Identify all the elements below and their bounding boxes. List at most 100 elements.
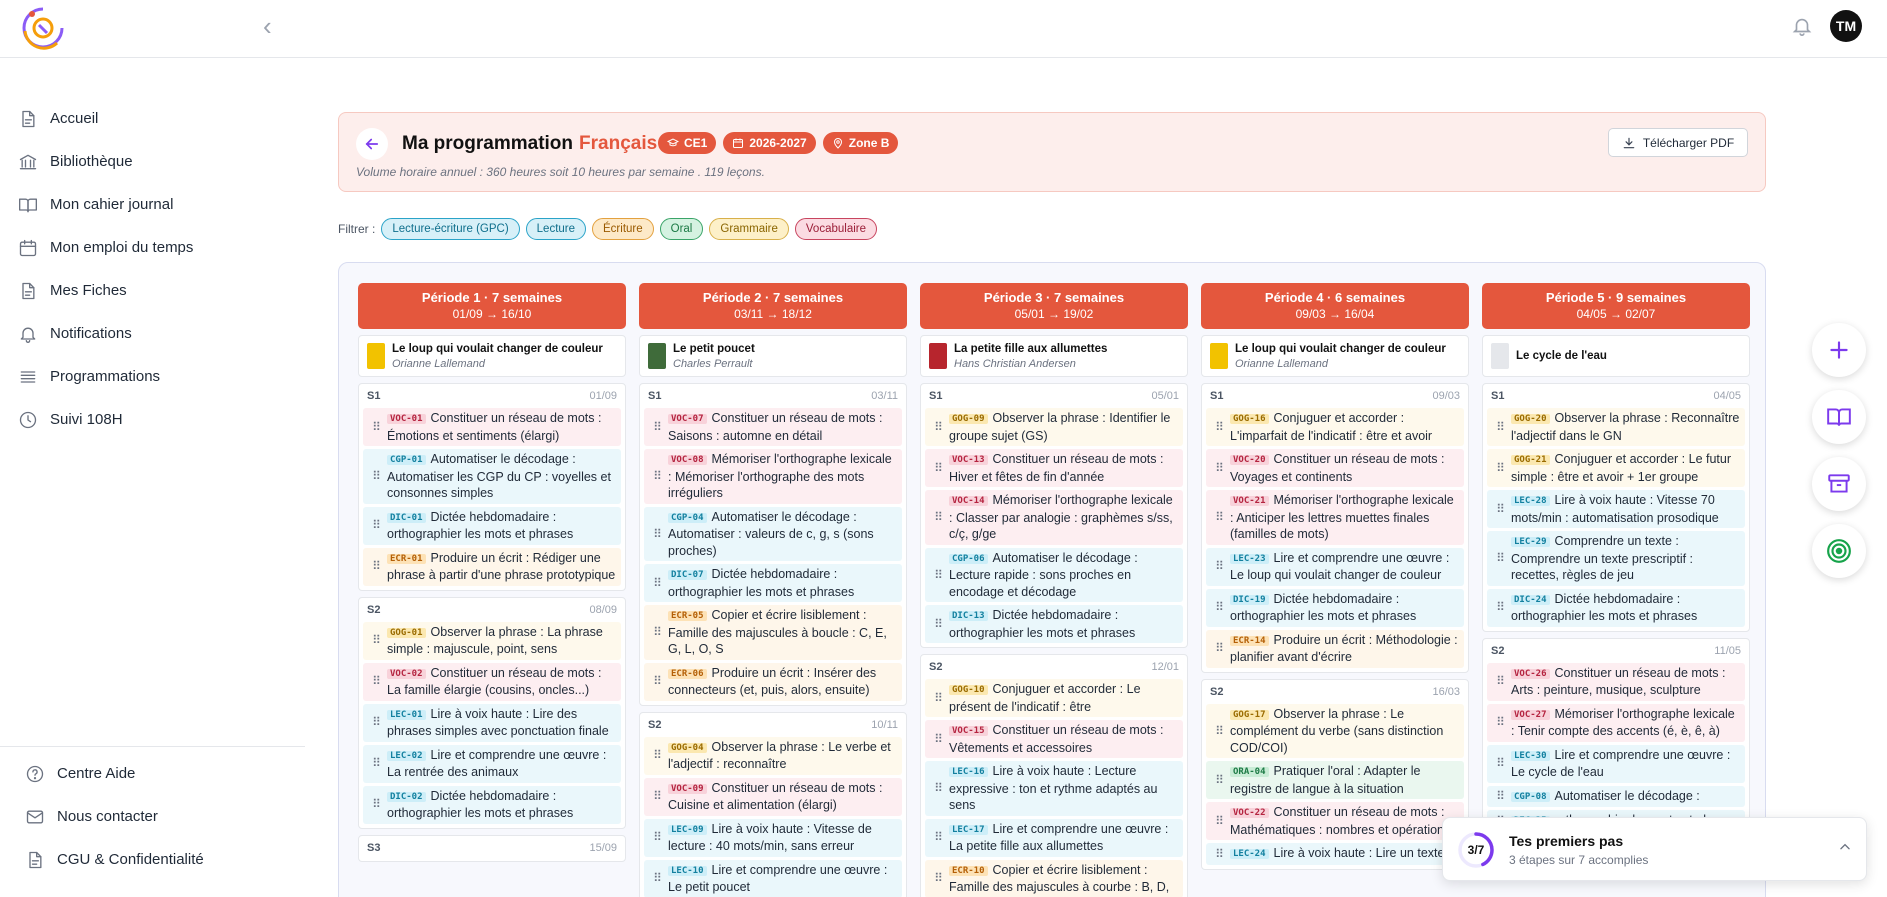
drag-handle-icon[interactable]: ⠿: [1208, 492, 1230, 543]
drag-handle-icon[interactable]: ⠿: [1489, 451, 1511, 485]
lesson-card[interactable]: ⠿ DIC-13 Dictée hebdomadaire : orthographi…: [925, 605, 1183, 643]
drag-handle-icon[interactable]: ⠿: [365, 665, 387, 699]
drag-handle-icon[interactable]: ⠿: [1208, 706, 1230, 757]
lesson-card[interactable]: ⠿ GOG-10 Conjuguer et accorder : Le présen…: [925, 679, 1183, 717]
lesson-card[interactable]: ⠿ DIC-24 Dictée hebdomadaire : orthographi…: [1487, 588, 1745, 627]
sidebar-item-mes-fiches[interactable]: Mes Fiches: [0, 269, 305, 312]
lesson-card[interactable]: ⠿ VOC-08 Mémoriser l'orthographe lexicale …: [644, 449, 902, 504]
drag-handle-icon[interactable]: ⠿: [365, 706, 387, 740]
drag-handle-icon[interactable]: ⠿: [646, 410, 668, 444]
lesson-card[interactable]: ⠿ ECR-05 Copier et écrire lisiblement : Fa…: [644, 605, 902, 660]
lesson-card[interactable]: ⠿ VOC-26 Constituer un réseau de mots : Ar…: [1487, 662, 1745, 701]
lesson-card[interactable]: ⠿ DIC-02 Dictée hebdomadaire : orthographi…: [363, 785, 621, 824]
lesson-card[interactable]: ⠿ LEC-17 Lire et comprendre une œuvre : La…: [925, 818, 1183, 857]
lesson-card[interactable]: ⠿ DIC-01 Dictée hebdomadaire : orthographi…: [363, 506, 621, 545]
sidebar-item-programmations[interactable]: Programmations: [0, 355, 305, 398]
filter-tag-lecture[interactable]: Lecture: [525, 218, 587, 240]
lesson-card[interactable]: ⠿ GOG-09 Observer la phrase : Identifier l…: [925, 408, 1183, 446]
lesson-card[interactable]: ⠿ CGP-04 Automatiser le décodage : Automat…: [644, 506, 902, 561]
lesson-card[interactable]: ⠿ VOC-02 Constituer un réseau de mots : La…: [363, 662, 621, 701]
drag-handle-icon[interactable]: ⠿: [365, 550, 387, 584]
period-header[interactable]: Période 1 · 7 semaines 01/09 → 16/10: [358, 283, 626, 329]
lesson-card[interactable]: ⠿ DIC-19 Dictée hebdomadaire : orthographi…: [1206, 588, 1464, 627]
lesson-card[interactable]: ⠿ VOC-09 Constituer un réseau de mots : Cu…: [644, 777, 902, 816]
lesson-card[interactable]: ⠿ LEC-01 Lire à voix haute : Lire des phra…: [363, 703, 621, 742]
lesson-card[interactable]: ⠿ GOG-01 Observer la phrase : La phrase si…: [363, 621, 621, 660]
drag-handle-icon[interactable]: ⠿: [646, 739, 668, 773]
drag-handle-icon[interactable]: ⠿: [646, 607, 668, 658]
drag-handle-icon[interactable]: ⠿: [927, 550, 949, 601]
drag-handle-icon[interactable]: ⠿: [365, 624, 387, 658]
drag-handle-icon[interactable]: ⠿: [1208, 410, 1230, 444]
drag-handle-icon[interactable]: ⠿: [1489, 788, 1511, 806]
lesson-card[interactable]: ⠿ CGP-06 Automatiser le décodage : Lecture…: [925, 547, 1183, 602]
drag-handle-icon[interactable]: ⠿: [646, 451, 668, 502]
lesson-card[interactable]: ⠿ VOC-07 Constituer un réseau de mots : Sa…: [644, 408, 902, 446]
lesson-card[interactable]: ⠿ CGP-08 Automatiser le décodage :: [1487, 785, 1745, 807]
drag-handle-icon[interactable]: ⠿: [1208, 763, 1230, 797]
drag-handle-icon[interactable]: ⠿: [1489, 591, 1511, 625]
chevron-up-icon[interactable]: [1838, 840, 1852, 854]
drag-handle-icon[interactable]: ⠿: [646, 780, 668, 814]
drag-handle-icon[interactable]: ⠿: [646, 862, 668, 896]
sidebar-item-mon-cahier-journal[interactable]: Mon cahier journal: [0, 183, 305, 226]
sidebar-item-accueil[interactable]: Accueil: [0, 97, 305, 140]
lesson-card[interactable]: ⠿ LEC-24 Lire à voix haute : Lire un texte: [1206, 843, 1464, 865]
drag-handle-icon[interactable]: ⠿: [1489, 706, 1511, 740]
drag-handle-icon[interactable]: ⠿: [365, 451, 387, 502]
lesson-card[interactable]: ⠿ ORA-04 Pratiquer l'oral : Adapter le reg…: [1206, 761, 1464, 799]
drag-handle-icon[interactable]: ⠿: [646, 509, 668, 560]
drag-handle-icon[interactable]: ⠿: [927, 681, 949, 715]
lesson-card[interactable]: ⠿ VOC-01 Constituer un réseau de mots : Ém…: [363, 408, 621, 446]
lesson-card[interactable]: ⠿ LEC-30 Lire et comprendre une œuvre : Le…: [1487, 744, 1745, 783]
lesson-card[interactable]: ⠿ GOG-17 Observer la phrase : Le complémen…: [1206, 703, 1464, 758]
avatar[interactable]: TM: [1830, 10, 1862, 42]
filter-tag-vocabulaire[interactable]: Vocabulaire: [794, 218, 877, 240]
drag-handle-icon[interactable]: ⠿: [927, 821, 949, 855]
target-button[interactable]: [1812, 524, 1866, 578]
drag-handle-icon[interactable]: ⠿: [646, 665, 668, 699]
period-book[interactable]: La petite fille aux allumettes Hans Chris…: [920, 335, 1188, 377]
lesson-card[interactable]: ⠿ LEC-29 Comprendre un texte : Comprendre …: [1487, 531, 1745, 586]
drag-handle-icon[interactable]: ⠿: [1208, 550, 1230, 584]
lesson-card[interactable]: ⠿ ECR-14 Produire un écrit : Méthodologie …: [1206, 629, 1464, 668]
filter-tag-oral[interactable]: Oral: [659, 218, 704, 240]
lesson-card[interactable]: ⠿ LEC-09 Lire à voix haute : Vitesse de le…: [644, 818, 902, 857]
lesson-card[interactable]: ⠿ GOG-21 Conjuguer et accorder : Le futur …: [1487, 449, 1745, 487]
drag-handle-icon[interactable]: ⠿: [1489, 665, 1511, 699]
sidebar-item-cgu-confidentialite[interactable]: CGU & Confidentialité: [0, 838, 305, 881]
drag-handle-icon[interactable]: ⠿: [927, 763, 949, 814]
lesson-card[interactable]: ⠿ GOG-20 Observer la phrase : Reconnaître …: [1487, 408, 1745, 446]
open-book-button[interactable]: [1812, 390, 1866, 444]
drag-handle-icon[interactable]: ⠿: [1208, 804, 1230, 838]
filter-tag-ecriture[interactable]: Écriture: [592, 218, 654, 240]
bell-icon[interactable]: [1791, 15, 1813, 37]
drag-handle-icon[interactable]: ⠿: [1208, 591, 1230, 625]
drag-handle-icon[interactable]: ⠿: [365, 788, 387, 822]
lesson-card[interactable]: ⠿ LEC-02 Lire et comprendre une œuvre : La…: [363, 744, 621, 783]
lesson-card[interactable]: ⠿ GOG-16 Conjuguer et accorder : L'imparfa…: [1206, 408, 1464, 446]
lesson-card[interactable]: ⠿ VOC-20 Constituer un réseau de mots : Vo…: [1206, 449, 1464, 487]
lesson-card[interactable]: ⠿ GOG-04 Observer la phrase : Le verbe et …: [644, 736, 902, 775]
sidebar-item-bibliotheque[interactable]: Bibliothèque: [0, 140, 305, 183]
filter-tag-grammaire[interactable]: Grammaire: [709, 218, 789, 240]
sidebar-item-centre-aide[interactable]: Centre Aide: [0, 752, 305, 795]
sidebar-item-suivi-108h[interactable]: Suivi 108H: [0, 398, 305, 441]
lesson-card[interactable]: ⠿ ECR-01 Produire un écrit : Rédiger une p…: [363, 547, 621, 586]
lesson-card[interactable]: ⠿ VOC-27 Mémoriser l'orthographe lexicale …: [1487, 703, 1745, 742]
lesson-card[interactable]: ⠿ LEC-16 Lire à voix haute : Lecture expre…: [925, 761, 1183, 816]
drag-handle-icon[interactable]: ⠿: [1489, 533, 1511, 584]
filter-tag-lecture-ecriture-gpc[interactable]: Lecture-écriture (GPC): [381, 218, 520, 240]
period-header[interactable]: Période 5 · 9 semaines 04/05 → 02/07: [1482, 283, 1750, 329]
sidebar-item-notifications[interactable]: Notifications: [0, 312, 305, 355]
lesson-card[interactable]: ⠿ VOC-13 Constituer un réseau de mots : Hi…: [925, 449, 1183, 487]
drag-handle-icon[interactable]: ⠿: [927, 607, 949, 641]
drag-handle-icon[interactable]: ⠿: [1489, 410, 1511, 444]
lesson-card[interactable]: ⠿ VOC-21 Mémoriser l'orthographe lexicale …: [1206, 490, 1464, 545]
lesson-card[interactable]: ⠿ ECR-06 Produire un écrit : Insérer des c…: [644, 662, 902, 701]
add-button[interactable]: [1812, 323, 1866, 377]
drag-handle-icon[interactable]: ⠿: [1208, 451, 1230, 485]
drag-handle-icon[interactable]: ⠿: [927, 862, 949, 896]
period-book[interactable]: Le cycle de l'eau: [1482, 335, 1750, 377]
lesson-card[interactable]: ⠿ DIC-07 Dictée hebdomadaire : orthographi…: [644, 564, 902, 602]
